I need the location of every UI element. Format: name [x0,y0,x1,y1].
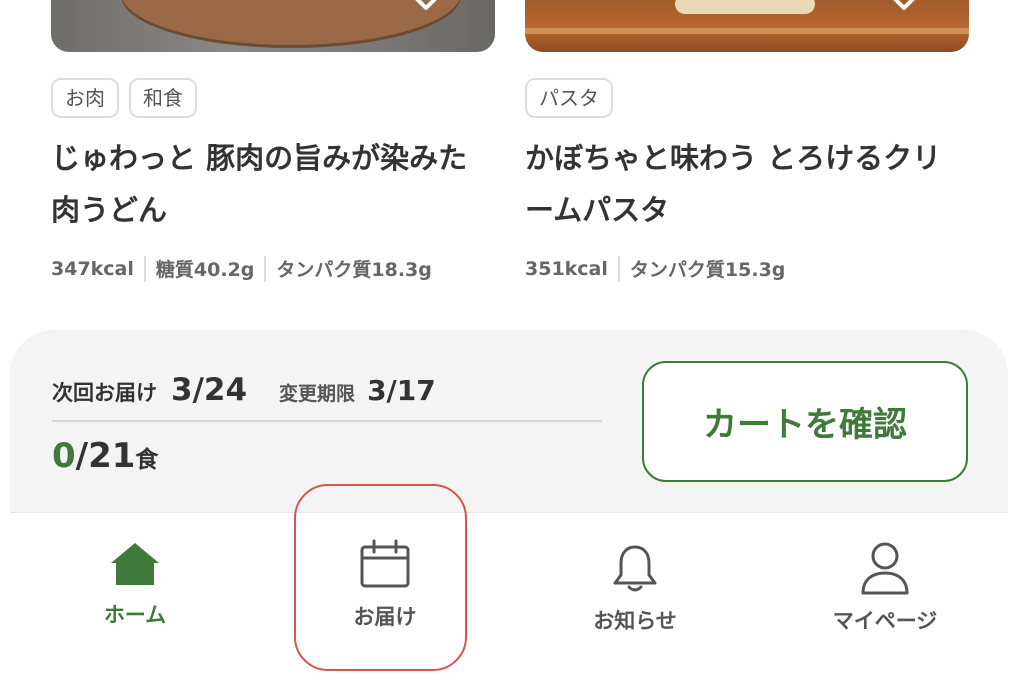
recipe-protein: タンパク質15.3g [629,259,786,281]
change-deadline-date: 3/17 [367,374,436,407]
meal-count: 0/21食 [52,436,158,476]
nav-item-delivery[interactable]: お届け [285,513,485,673]
recipe-calories: 351kcal [525,257,608,280]
nav-label-delivery: お届け [353,605,417,629]
meal-count-current: 0 [52,436,76,476]
recipe-tag: パスタ [525,78,613,118]
nutrition-divider [264,255,267,282]
recipe-protein: タンパク質18.3g [276,259,432,281]
view-cart-button[interactable]: カートを確認 [642,361,968,482]
nav-label-mypage: マイページ [832,609,938,633]
meal-count-total: /21 [75,436,136,476]
change-deadline-label: 変更期限 [279,383,356,405]
recipe-tag: お肉 [51,78,119,118]
recipe-nutrition: 347kcal 糖質40.2g タンパク質18.3g [51,255,432,282]
nav-item-home[interactable]: ホーム [35,513,235,673]
favorite-heart-icon[interactable] [411,0,441,16]
bell-icon [613,545,657,592]
nav-item-mypage[interactable]: マイページ [785,513,985,673]
recipe-carbs: 糖質40.2g [155,259,255,281]
calendar-icon [360,539,410,588]
recipe-nutrition: 351kcal タンパク質15.3g [525,255,785,282]
recipe-tags: パスタ [525,78,613,118]
recipe-title[interactable]: じゅわっと 豚肉の旨みが染みた肉うどん [51,132,495,236]
delivery-info: 次回お届け 3/24 変更期限 3/17 [52,372,436,408]
user-icon [861,542,909,595]
panel-divider [52,420,602,422]
nutrition-divider [143,255,146,282]
recipe-title[interactable]: かぼちゃと味わう とろけるクリームパスタ [525,132,969,236]
recipe-calories: 347kcal [51,257,134,280]
next-delivery-label: 次回お届け [52,381,157,405]
recipe-tag: 和食 [129,78,197,118]
next-delivery-date: 3/24 [171,372,248,408]
meal-count-unit: 食 [135,447,159,473]
nav-label-notifications: お知らせ [593,609,677,633]
favorite-heart-icon[interactable] [889,0,919,16]
nutrition-divider [617,255,620,282]
nav-label-home: ホーム [103,603,167,627]
recipe-tags: お肉 和食 [51,78,197,118]
bottom-nav: ホーム お届け お知らせ マイページ [10,512,1008,700]
nav-item-notifications[interactable]: お知らせ [535,513,735,673]
home-icon [111,543,159,585]
